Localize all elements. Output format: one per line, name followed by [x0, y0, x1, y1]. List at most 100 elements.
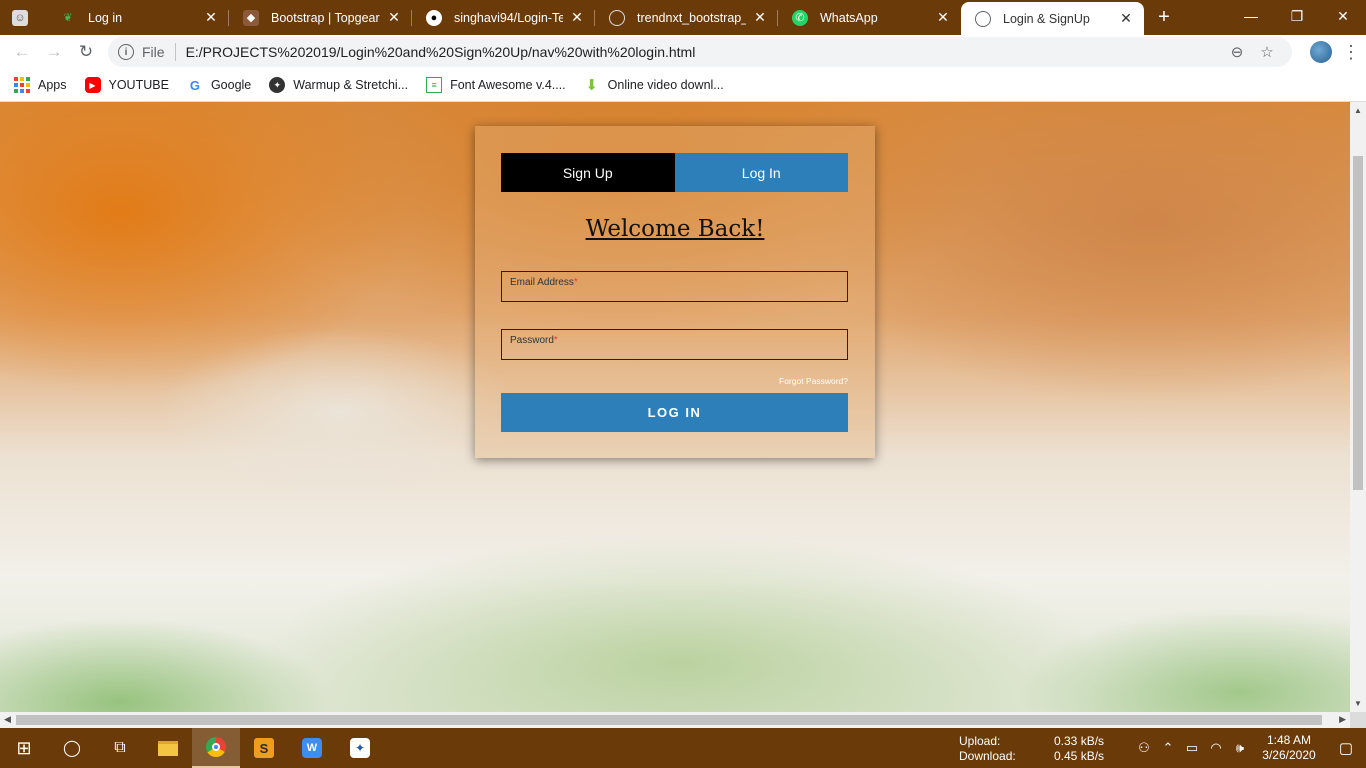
scroll-right-icon[interactable]: ▶ [1339, 714, 1346, 725]
notifications-icon[interactable]: ▢ [1326, 739, 1366, 757]
close-tab-icon[interactable]: ✕ [752, 9, 768, 26]
close-window-button[interactable]: ✕ [1320, 0, 1366, 32]
bookmark-star-icon[interactable]: ☆ [1252, 43, 1282, 61]
bookmark-label: Apps [38, 78, 67, 92]
password-field[interactable]: Password* [501, 329, 848, 360]
bookmark-youtube[interactable]: ▶ YOUTUBE [84, 77, 169, 93]
address-bar[interactable]: i File E:/PROJECTS%202019/Login%20and%20… [108, 37, 1292, 67]
leaf-icon: ❦ [63, 12, 73, 24]
wifi-icon[interactable]: ◠ [1204, 740, 1228, 756]
close-tab-icon[interactable]: ✕ [935, 9, 951, 26]
tab-label: trendnxt_bootstrap_l1 [637, 10, 746, 25]
info-icon[interactable]: i [118, 44, 134, 60]
bookmark-google[interactable]: G Google [187, 77, 251, 93]
vertical-scrollbar[interactable]: ▲ ▼ [1350, 102, 1366, 712]
bookmark-warmup[interactable]: ✦ Warmup & Stretchi... [269, 77, 408, 93]
clock[interactable]: 1:48 AM 3/26/2020 [1252, 733, 1326, 763]
github-icon: ● [426, 9, 442, 26]
clock-date: 3/26/2020 [1262, 748, 1316, 762]
forward-arrow-icon[interactable]: → [38, 36, 70, 68]
apps-grid-icon [14, 77, 30, 93]
people-icon[interactable]: ⚇ [1132, 740, 1156, 756]
close-tab-icon[interactable]: ✕ [1118, 10, 1134, 27]
close-tab-icon[interactable]: ✕ [386, 9, 402, 26]
windows-taskbar: ⊞ ◯ ⧉ S W ✦ Upload: 0.33 kB/s Download: … [0, 728, 1366, 768]
profile-avatar[interactable] [1306, 37, 1336, 67]
minimize-button[interactable]: — [1228, 0, 1274, 32]
page-viewport: Sign Up Log In Welcome Back! Email Addre… [0, 102, 1350, 712]
wps-office-icon[interactable]: W [288, 728, 336, 768]
tab-bootstrap-topgear[interactable]: ◆ Bootstrap | Topgear ✕ [229, 0, 412, 35]
forgot-password-link[interactable]: Forgot Password? [779, 376, 848, 386]
vertical-scroll-thumb[interactable] [1353, 156, 1363, 490]
tab-sign-up[interactable]: Sign Up [501, 153, 675, 192]
back-arrow-icon[interactable]: ← [6, 36, 38, 68]
tab-log-in[interactable]: ❦ Log in ✕ [46, 0, 229, 35]
bookmark-label: YOUTUBE [108, 78, 169, 92]
profile-avatar-icon: ☺ [12, 9, 28, 26]
horizontal-scroll-thumb[interactable] [16, 715, 1322, 725]
bookmark-font-awesome[interactable]: ≡ Font Awesome v.4.... [426, 77, 566, 93]
chrome-taskbar-icon[interactable] [192, 728, 240, 768]
tab-login-signup[interactable]: Login & SignUp ✕ [961, 2, 1144, 35]
media-app-icon[interactable]: ✦ [336, 728, 384, 768]
bookmark-label: Google [210, 78, 252, 92]
email-label: Email Address* [510, 277, 578, 288]
new-tab-button[interactable]: + [1144, 0, 1184, 35]
clock-time: 1:48 AM [1266, 733, 1312, 747]
scroll-up-icon[interactable]: ▲ [1350, 106, 1366, 115]
tab-label: Log in [88, 10, 123, 25]
tab-trendnxt[interactable]: trendnxt_bootstrap_l1 ✕ [595, 0, 778, 35]
bookmark-apps[interactable]: Apps [14, 77, 67, 93]
scroll-left-icon[interactable]: ◀ [4, 714, 11, 725]
volume-icon[interactable]: 🕪 [1228, 740, 1252, 756]
password-label: Password* [510, 335, 558, 346]
fitness-icon: ✦ [269, 77, 286, 93]
close-tab-icon[interactable]: ✕ [569, 9, 585, 26]
bookmark-label: Online video downl... [607, 78, 724, 92]
bookmark-video-download[interactable]: ⬇ Online video downl... [584, 77, 724, 94]
document-icon: ≡ [426, 77, 443, 93]
window-controls: — ❐ ✕ [1228, 0, 1366, 32]
windows-start-icon[interactable]: ⊞ [0, 728, 48, 768]
login-button[interactable]: LOG IN [501, 393, 848, 432]
profile-tab[interactable]: ☺ [0, 0, 46, 35]
sublime-text-icon[interactable]: S [240, 728, 288, 768]
zoom-icon[interactable]: ⊖ [1222, 43, 1252, 61]
upload-value: 0.33 kB/s [1054, 733, 1105, 748]
task-view-icon[interactable]: ⧉ [96, 728, 144, 768]
auth-tabs: Sign Up Log In [501, 153, 848, 192]
network-speed: Upload: 0.33 kB/s Download: 0.45 kB/s [959, 734, 1114, 763]
search-circle-icon[interactable]: ◯ [48, 728, 96, 768]
globe-icon [975, 10, 991, 27]
avatar-icon [1310, 41, 1332, 63]
url-text[interactable]: E:/PROJECTS%202019/Login%20and%20Sign%20… [186, 44, 1222, 60]
reload-icon[interactable]: ↻ [70, 36, 102, 68]
close-tab-icon[interactable]: ✕ [203, 9, 219, 26]
tab-whatsapp[interactable]: ✆ WhatsApp ✕ [778, 0, 961, 35]
welcome-heading: Welcome Back! [585, 216, 765, 242]
login-card: Sign Up Log In Welcome Back! Email Addre… [475, 126, 875, 458]
email-field[interactable]: Email Address* [501, 271, 848, 302]
url-scheme: File [142, 44, 165, 60]
globe-icon [609, 9, 625, 26]
tab-strip: ☺ ❦ Log in ✕ ◆ Bootstrap | Topgear ✕ ● s… [0, 0, 1366, 35]
file-explorer-icon[interactable] [144, 728, 192, 768]
google-icon: G [189, 77, 200, 93]
whatsapp-icon: ✆ [792, 9, 808, 26]
download-icon: ⬇ [585, 77, 598, 94]
horizontal-scrollbar[interactable]: ◀ ▶ [0, 712, 1350, 728]
topgear-icon: ◆ [243, 9, 259, 26]
system-tray: Upload: 0.33 kB/s Download: 0.45 kB/s ⚇ … [959, 728, 1366, 768]
chevron-up-icon[interactable]: ⌃ [1156, 740, 1180, 756]
browser-toolbar: ← → ↻ i File E:/PROJECTS%202019/Login%20… [0, 35, 1366, 69]
tab-log-in[interactable]: Log In [674, 153, 848, 192]
kebab-menu-icon[interactable]: ⋮ [1336, 42, 1366, 63]
tab-label: singhavi94/Login-Tem [454, 10, 563, 25]
tab-github[interactable]: ● singhavi94/Login-Tem ✕ [412, 0, 595, 35]
restore-button[interactable]: ❐ [1274, 0, 1320, 32]
battery-icon[interactable]: ▭ [1180, 740, 1204, 756]
scroll-down-icon[interactable]: ▼ [1350, 699, 1366, 708]
youtube-icon: ▶ [84, 77, 101, 93]
scrollbar-corner [1350, 712, 1366, 728]
